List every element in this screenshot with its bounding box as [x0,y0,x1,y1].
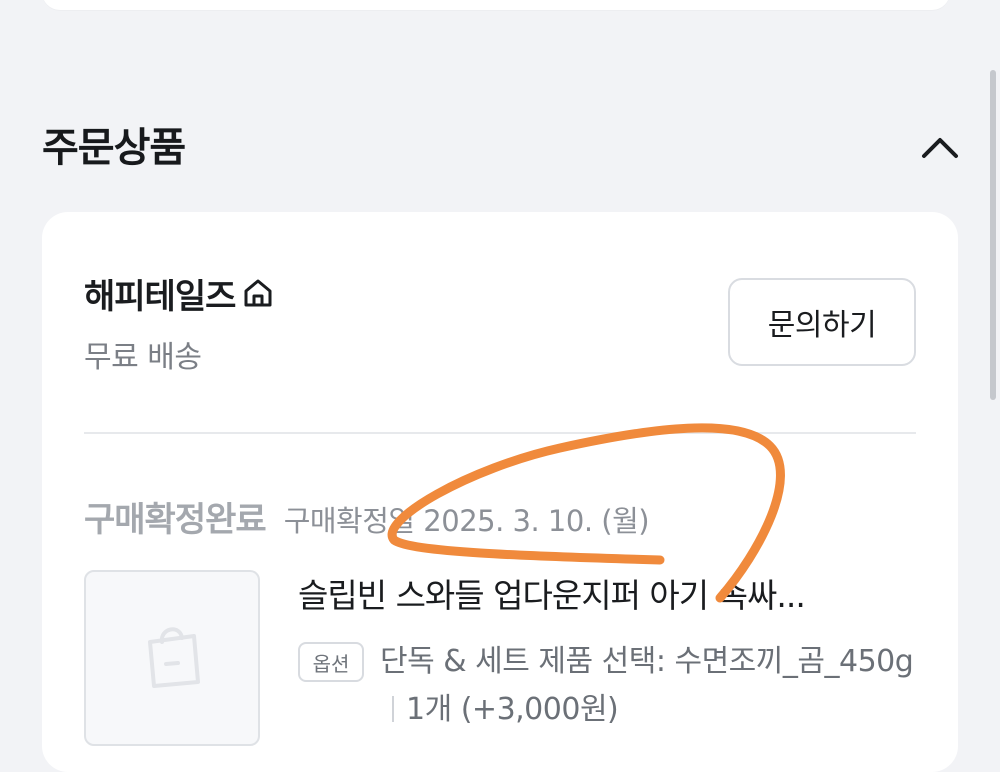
product-info: 슬립빈 스와들 업다운지퍼 아기 속싸... 옵션 단독 & 세트 제품 선택:… [298,572,918,734]
section-title: 주문상품 [42,125,186,171]
option-value: 단독 & 세트 제품 선택: 수면조끼_곰_450g [380,644,914,679]
seller-row: 해피테일즈 무료 배송 문의하기 [84,272,916,382]
order-status-row: 구매확정완료 구매확정일 2025. 3. 10. (월) [84,492,916,540]
option-badge: 옵션 [298,642,364,682]
chevron-up-icon [922,138,958,158]
product-quantity: 1개 (+3,000원) [406,692,619,727]
product-option-row: 옵션 단독 & 세트 제품 선택: 수면조끼_곰_450g 1개 (+3,000원… [298,638,918,734]
product-option-text: 단독 & 세트 제품 선택: 수면조끼_곰_450g 1개 (+3,000원) [380,638,920,734]
product-name[interactable]: 슬립빈 스와들 업다운지퍼 아기 속싸... [298,572,898,620]
scrollbar-thumb[interactable] [990,70,996,400]
order-status-label: 구매확정완료 [84,500,267,540]
previous-card [42,0,950,10]
divider [84,432,916,434]
option-separator [392,696,394,722]
product-thumbnail[interactable] [84,570,260,746]
order-item-card: 해피테일즈 무료 배송 문의하기 구매확정완료 구매확정일 2025. 3. 1… [42,212,958,772]
inquiry-button[interactable]: 문의하기 [728,278,916,366]
shipping-label: 무료 배송 [84,340,202,375]
seller-name[interactable]: 해피테일즈 [84,269,236,318]
home-icon [244,279,272,307]
order-items-section-header: 주문상품 [42,112,962,184]
seller-name-wrap[interactable]: 해피테일즈 [84,272,275,317]
collapse-toggle-button[interactable] [918,126,962,170]
shopping-bag-icon [148,627,200,688]
purchase-confirm-date: 구매확정일 2025. 3. 10. (월) [283,504,650,538]
